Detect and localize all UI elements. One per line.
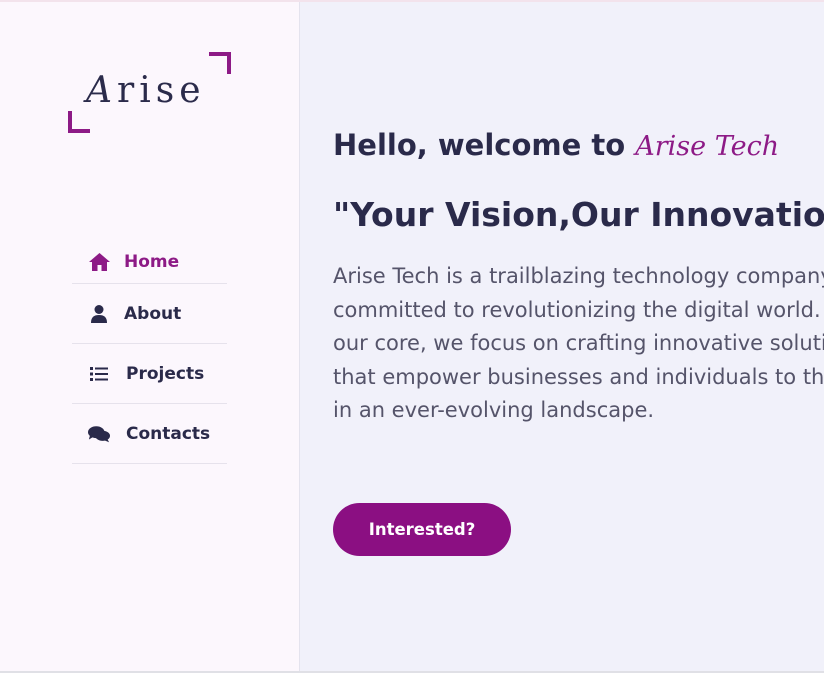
list-icon	[88, 364, 110, 384]
description-line: Arise Tech is a trailblazing technology …	[333, 264, 824, 288]
logo-corner-top-right	[209, 52, 231, 74]
main-content: Hello, welcome to Arise Tech "Your Visio…	[333, 0, 824, 671]
sidebar-item-label: About	[124, 303, 182, 324]
logo-first-letter: A	[86, 70, 117, 111]
description-line: our core, we focus on crafting innovativ…	[333, 331, 824, 355]
interested-button[interactable]: Interested?	[333, 503, 511, 556]
logo-text: Arise	[86, 70, 206, 111]
sidebar-item-contacts[interactable]: Contacts	[72, 404, 227, 464]
tagline: "Your Vision,Our Innovation"	[333, 195, 824, 234]
logo-rest: rise	[117, 70, 206, 111]
welcome-heading: Hello, welcome to Arise Tech	[333, 128, 779, 162]
description: Arise Tech is a trailblazing technology …	[333, 260, 824, 428]
brand-name: Arise Tech	[635, 131, 780, 162]
sidebar-item-label: Contacts	[126, 423, 211, 444]
description-line: that empower businesses and individuals …	[333, 364, 824, 389]
welcome-prefix: Hello, welcome to	[333, 128, 636, 162]
sidebar-nav: Home About Projects Contacts	[72, 241, 227, 464]
description-line: in an ever-evolving landscape.	[333, 398, 655, 422]
home-icon	[88, 252, 110, 272]
comments-icon	[88, 424, 110, 444]
sidebar-item-projects[interactable]: Projects	[72, 344, 227, 404]
sidebar-item-label: Projects	[126, 363, 205, 384]
logo-corner-bottom-left	[68, 111, 90, 133]
sidebar-item-about[interactable]: About	[72, 284, 227, 344]
sidebar-item-home[interactable]: Home	[72, 241, 227, 284]
sidebar: Arise Home About Projects Contacts	[0, 2, 300, 671]
user-icon	[88, 304, 110, 324]
sidebar-item-label: Home	[124, 252, 180, 272]
logo[interactable]: Arise	[68, 52, 231, 133]
description-line: committed to revolutionizing the digital…	[333, 297, 824, 322]
